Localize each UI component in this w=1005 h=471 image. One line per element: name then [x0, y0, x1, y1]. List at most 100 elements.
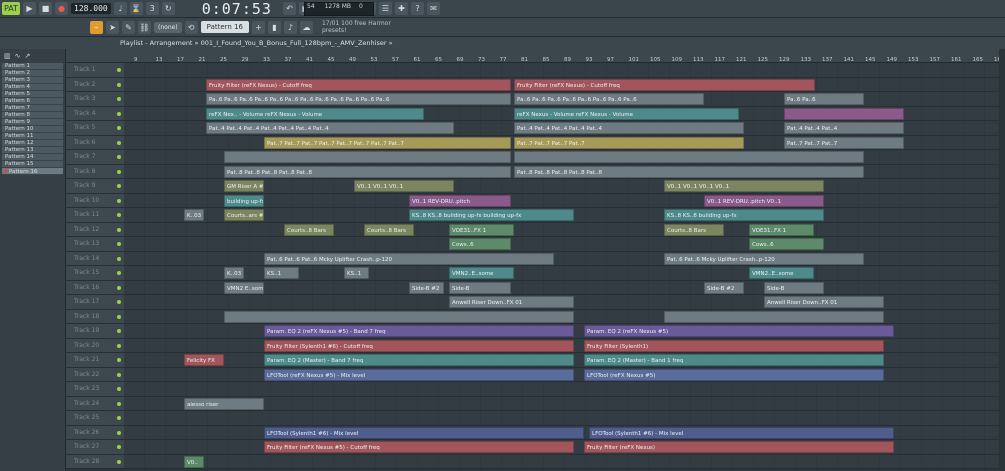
playlist-clip[interactable]: Side-B	[764, 281, 824, 294]
tempo-display[interactable]: 128.000	[71, 3, 111, 14]
playlist-clip[interactable]: Anwell Riser Down..FX 01	[764, 296, 884, 308]
playlist-clip[interactable]: VMN2..E..some	[749, 267, 814, 279]
track-lane[interactable]: Pat..4 Pat..4 Pat..4 Pat..4 Pat..4 Pat..…	[124, 121, 1005, 135]
track-row[interactable]: Track 13 Cows..6 Cows..6	[66, 237, 1005, 252]
track-row[interactable]: Track 5 Pat..4 Pat..4 Pat..4 Pat..4 Pat..…	[66, 121, 1005, 136]
track-row[interactable]: Track 28 V0..	[66, 454, 1005, 469]
track-header[interactable]: Track 26	[66, 425, 124, 439]
chat-icon[interactable]: ✉	[426, 2, 440, 15]
track-lane[interactable]: Pat..6 Pat..6 Pat..6 Mcky Uplifter Crash…	[124, 251, 1005, 265]
playlist-clip[interactable]: Pat..8 Pat..8 Pat..8 Pat..8 Pat..8	[514, 165, 864, 178]
plugin-picker-icon[interactable]: ✚	[394, 2, 408, 15]
playlist-clip[interactable]: Pa..6 Pa..6	[784, 93, 864, 105]
track-row[interactable]: Track 11 K..03 Courts..ars #2 KS..8 KS..8 b…	[66, 208, 1005, 223]
playlist-clip[interactable]	[664, 310, 884, 323]
track-mute-icon[interactable]	[117, 459, 121, 464]
playlist-clip[interactable]: Pat..6 Pat..6 Mcky Uplifter Crash..p-120	[664, 252, 864, 265]
track-header[interactable]: Track 15	[66, 266, 124, 280]
playlist-clip[interactable]	[224, 310, 574, 323]
play-icon[interactable]: ▶	[23, 2, 36, 15]
track-mute-icon[interactable]	[117, 329, 121, 333]
track-mute-icon[interactable]	[117, 198, 121, 203]
track-row[interactable]: Track 8 Pat..8 Pat..8 Pat..8 Pat..8 Pat..…	[66, 164, 1005, 179]
track-mute-icon[interactable]	[117, 430, 121, 435]
piano-icon[interactable]: ▥	[4, 52, 11, 60]
track-header[interactable]: Track 19	[66, 324, 124, 338]
metronome-icon[interactable]: ♩	[113, 2, 127, 15]
automation-icon[interactable]: ↗	[25, 52, 31, 60]
track-mute-icon[interactable]	[117, 68, 121, 72]
track-header[interactable]: Track 3	[66, 92, 124, 106]
track-header[interactable]: Track 12	[66, 222, 124, 236]
playlist-clip[interactable]: Side-B	[449, 281, 511, 294]
undo-icon[interactable]: ↶	[282, 2, 296, 15]
playlist-clip[interactable]	[514, 151, 864, 163]
track-header[interactable]: Track 16	[66, 280, 124, 294]
track-header[interactable]: Track 7	[66, 150, 124, 164]
add-pattern-icon[interactable]: +	[251, 20, 265, 34]
track-row[interactable]: Track 18	[66, 309, 1005, 324]
playlist-clip[interactable]: VMN2 E..some	[224, 281, 264, 294]
track-mute-icon[interactable]	[117, 169, 121, 174]
playlist-clip[interactable]: Felicity FX	[184, 354, 224, 366]
wait-icon[interactable]: ⌛	[129, 2, 143, 15]
playlist-clip[interactable]: V0..1 REV-DRU..pitch	[409, 194, 511, 207]
track-row[interactable]: Track 7	[66, 150, 1005, 165]
playlist-clip[interactable]: LFOTool (Sylenth1 #6) - Mix level	[264, 426, 584, 439]
track-row[interactable]: Track 4 reFX Nex.. - Volume reFX Nexus - …	[66, 106, 1005, 121]
playlist-clip[interactable]: Fruity Filter (reFX Nexus)	[584, 441, 894, 453]
track-header[interactable]: Track 24	[66, 396, 124, 410]
track-mute-icon[interactable]	[117, 387, 121, 391]
track-header[interactable]: Track 6	[66, 135, 124, 149]
playlist-clip[interactable]: Pat..8 Pat..8 Pat..8 Pat..8 Pat..8	[224, 165, 511, 178]
playlist-clip[interactable]: reFX Nex.. - Volume reFX Nexus - Volume	[206, 107, 424, 120]
pattern-item[interactable]: Pattern 1	[2, 63, 63, 70]
track-lane[interactable]: LFOTool (reFX Nexus #5) - Mix level LFOTo…	[124, 367, 1005, 381]
track-row[interactable]: Track 22 LFOTool (reFX Nexus #5) - Mix le…	[66, 367, 1005, 382]
track-header[interactable]: Track 21	[66, 353, 124, 367]
track-row[interactable]: Track 15 K..03 KS..1 KS..1 VMN2..E..some VMN2…	[66, 266, 1005, 281]
playlist-clip[interactable]	[224, 151, 511, 163]
playlist-clip[interactable]: Anwell Riser Down..FX 01	[449, 296, 574, 308]
pattern-item[interactable]: Pattern 4	[2, 84, 63, 91]
track-header[interactable]: Track 28	[66, 454, 124, 468]
playlist-clip[interactable]: VOE31..FX 1	[449, 223, 514, 236]
track-header[interactable]: Track 22	[66, 367, 124, 381]
track-lane[interactable]: LFOTool (Sylenth1 #6) - Mix level LFOTool…	[124, 425, 1005, 439]
track-lane[interactable]	[124, 382, 1005, 396]
playlist-clip[interactable]: Pat..7 Pat..7 Pat..7 Pat..7 Pat..7 Pat..…	[264, 136, 511, 149]
snap-select[interactable]: (none)	[154, 21, 182, 33]
playlist-clip[interactable]: Param. EQ 2 (Master) - Band 1 freq	[584, 354, 884, 366]
playlist-clip[interactable]: VMN2..E..some	[449, 267, 514, 279]
playlist-clip[interactable]: V0..1 REV-DRU..pitch V0..1	[704, 194, 824, 207]
track-header[interactable]: Track 5	[66, 121, 124, 135]
playlist-clip[interactable]: KS..1	[264, 267, 299, 279]
track-header[interactable]: Track 25	[66, 411, 124, 425]
track-lane[interactable]	[124, 150, 1005, 164]
track-header[interactable]: Track 23	[66, 382, 124, 396]
pattern-item[interactable]: Pattern 15	[2, 161, 63, 168]
playlist-clip[interactable]: Fruity Filter (reFX Nexus) - Cutoff freq	[206, 78, 511, 91]
track-row[interactable]: Track 27 Fruity Filter (reFX Nexus #5) - …	[66, 440, 1005, 455]
track-mute-icon[interactable]	[117, 372, 121, 377]
playlist-clip[interactable]: VOE31..FX 1	[749, 223, 814, 236]
track-lane[interactable]: GM Riser A #2 V0..1 V0..1 V0..1 V0..1 V0..…	[124, 179, 1005, 193]
playlist-clip[interactable]	[784, 107, 904, 120]
track-header[interactable]: Track 10	[66, 193, 124, 207]
playlist-clip[interactable]: Fruity Filter (reFX Nexus) - Cutoff freq	[514, 78, 815, 91]
track-row[interactable]: Track 2 Fruity Filter (reFX Nexus) - Cuto…	[66, 77, 1005, 92]
track-lane[interactable]	[124, 63, 1005, 77]
track-lane[interactable]: Courts..8 Bars Courts..8 Bars VOE31..FX 1 C…	[124, 222, 1005, 236]
track-lane[interactable]: building up-fx V0..1 REV-DRU..pitch V0..1 …	[124, 193, 1005, 207]
song-time-display[interactable]: 0:07:53	[202, 0, 272, 18]
pattern-item[interactable]: Pattern 16	[2, 168, 63, 175]
playlist-clip[interactable]: Param. EQ 2 (Master) - Band 7 freq	[264, 354, 574, 366]
playlist-clip[interactable]: KS..8 KS..8 building up-fx	[664, 209, 824, 221]
track-row[interactable]: Track 17 Anwell Riser Down..FX 01 Anwell R…	[66, 295, 1005, 310]
playlist-clip[interactable]: Courts..ars #2	[224, 209, 264, 221]
track-row[interactable]: Track 9 GM Riser A #2 V0..1 V0..1 V0..1 V0.…	[66, 179, 1005, 194]
reset-icon[interactable]: ⟲	[184, 20, 198, 34]
track-lane[interactable]: reFX Nex.. - Volume reFX Nexus - Volume r…	[124, 106, 1005, 120]
track-row[interactable]: Track 23	[66, 382, 1005, 397]
track-header[interactable]: Track 14	[66, 251, 124, 265]
